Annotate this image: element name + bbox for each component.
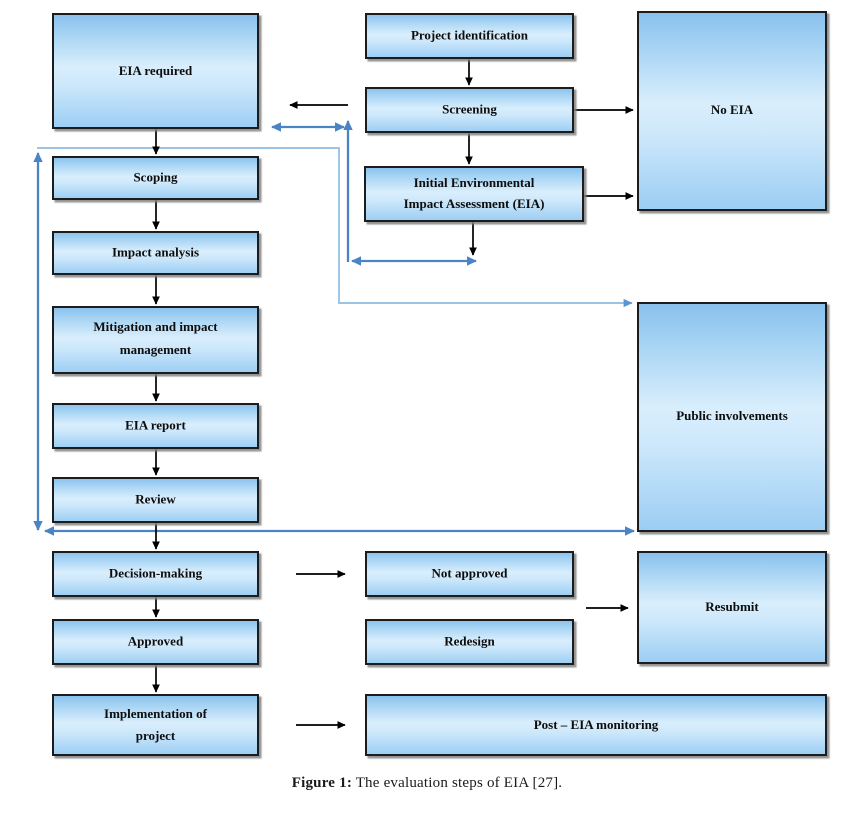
node-project-identification[interactable]: Project identification <box>365 13 574 59</box>
node-label-redesign: Redesign <box>444 633 495 648</box>
node-resubmit[interactable]: Resubmit <box>637 551 827 664</box>
node-label-approved: Approved <box>128 633 184 648</box>
node-label-not-approved: Not approved <box>432 565 509 580</box>
node-post-eia-monitoring[interactable]: Post – EIA monitoring <box>365 694 827 756</box>
figure-caption: Figure 1: The evaluation steps of EIA [2… <box>0 775 854 792</box>
node-label-implementation-line1: Implementation of <box>104 706 208 721</box>
node-label-mitigation-line1: Mitigation and impact <box>93 319 218 334</box>
node-label-decision-making: Decision-making <box>109 565 203 580</box>
node-mitigation[interactable]: Mitigation and impact management <box>52 306 259 374</box>
node-eia-required[interactable]: EIA required <box>52 13 259 129</box>
node-label-implementation-line2: project <box>136 728 176 743</box>
flowchart-diagram: EIA required Project identification No E… <box>33 11 827 756</box>
node-no-eia[interactable]: No EIA <box>637 11 827 211</box>
node-review[interactable]: Review <box>52 477 259 523</box>
node-label-initial-eia-line1: Initial Environmental <box>414 175 535 190</box>
node-implementation[interactable]: Implementation of project <box>52 694 259 756</box>
node-screening[interactable]: Screening <box>365 87 574 133</box>
figure-caption-label: Figure 1: <box>291 775 353 791</box>
node-scoping[interactable]: Scoping <box>52 156 259 200</box>
node-label-scoping: Scoping <box>133 169 178 184</box>
node-approved[interactable]: Approved <box>52 619 259 665</box>
node-label-impact-analysis: Impact analysis <box>112 244 199 259</box>
node-not-approved[interactable]: Not approved <box>365 551 574 597</box>
node-label-initial-eia-line2: Impact Assessment (EIA) <box>404 196 545 211</box>
node-label-eia-required: EIA required <box>119 63 193 78</box>
node-label-project-identification: Project identification <box>411 27 529 42</box>
node-decision-making[interactable]: Decision-making <box>52 551 259 597</box>
node-label-post-eia-monitoring: Post – EIA monitoring <box>534 717 659 732</box>
node-label-mitigation-line2: management <box>120 342 192 357</box>
node-label-public-involvements: Public involvements <box>676 408 788 423</box>
node-label-eia-report: EIA report <box>125 417 186 432</box>
node-initial-eia[interactable]: Initial Environmental Impact Assessment … <box>364 166 584 222</box>
node-eia-report[interactable]: EIA report <box>52 403 259 449</box>
figure-root: EIA required Project identification No E… <box>0 0 854 819</box>
node-redesign[interactable]: Redesign <box>365 619 574 665</box>
figure-caption-text: The evaluation steps of EIA [27]. <box>352 775 563 791</box>
node-label-review: Review <box>135 491 176 506</box>
node-public-involvements[interactable]: Public involvements <box>637 302 827 532</box>
node-label-resubmit: Resubmit <box>705 599 759 614</box>
node-label-screening: Screening <box>442 101 497 116</box>
node-impact-analysis[interactable]: Impact analysis <box>52 231 259 275</box>
node-label-no-eia: No EIA <box>711 102 754 117</box>
